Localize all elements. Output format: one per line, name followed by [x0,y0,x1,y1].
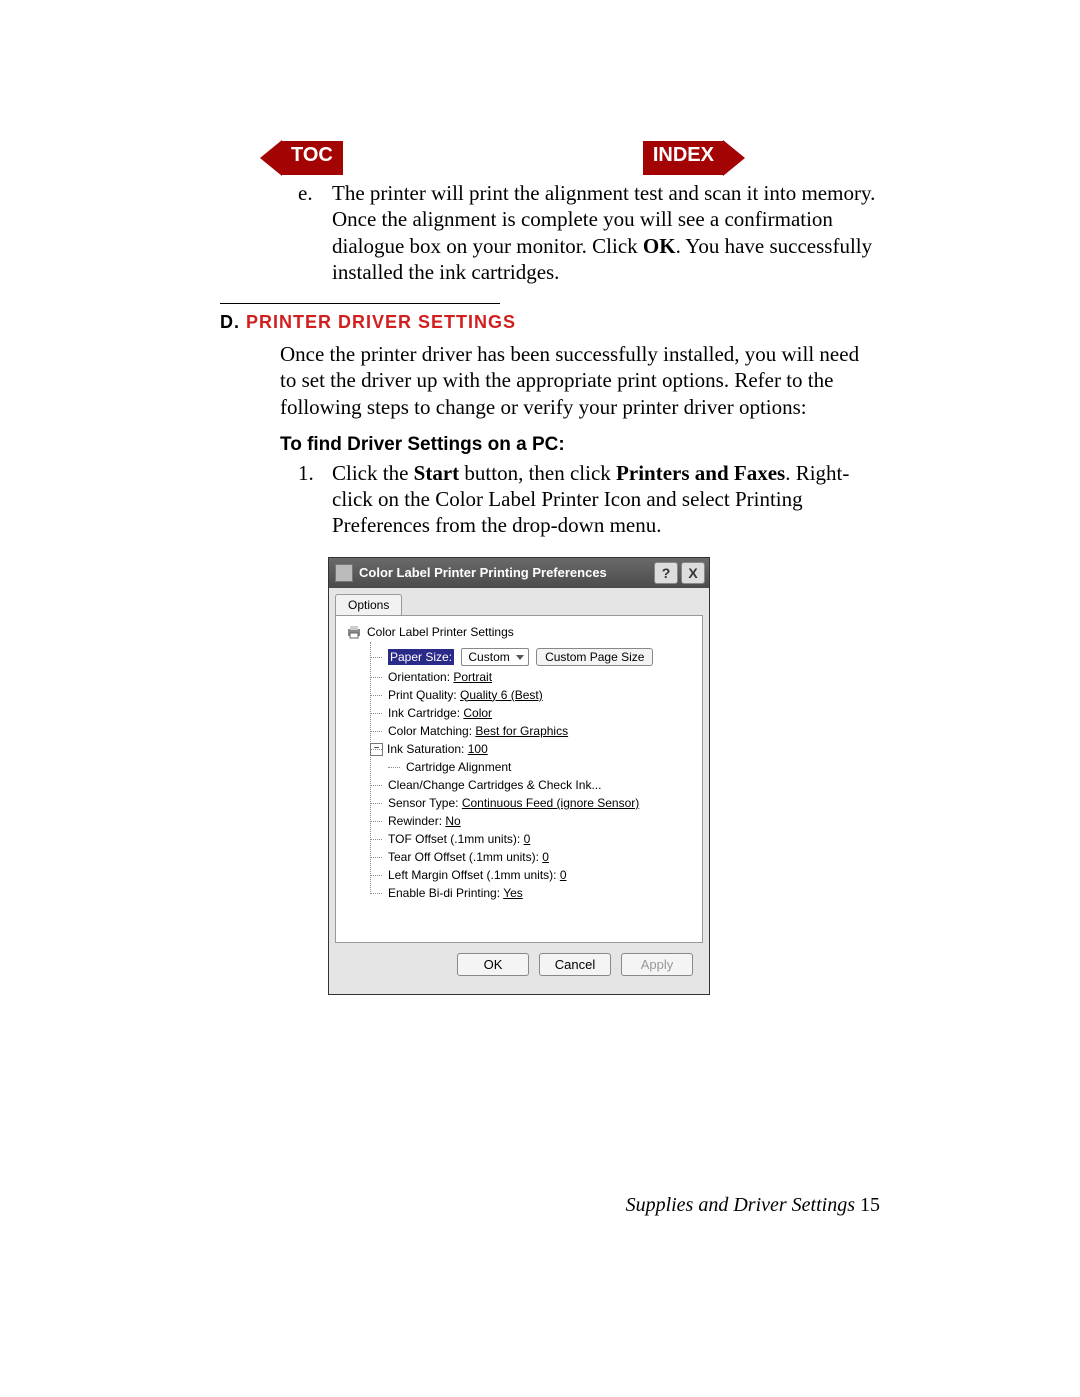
row-paper-size[interactable]: Paper Size: Custom Custom Page Size [370,646,692,668]
row-sensor-type[interactable]: Sensor Type: Continuous Feed (ignore Sen… [370,794,692,812]
index-link[interactable]: INDEX [643,140,745,176]
custom-page-size-button[interactable]: Custom Page Size [536,648,653,666]
find-driver-heading: To find Driver Settings on a PC: [280,434,880,456]
toc-link[interactable]: TOC [260,140,343,176]
printer-icon [335,564,353,582]
row-cartridge-alignment[interactable]: Cartridge Alignment [388,758,692,776]
dialog-title: Color Label Printer Printing Preferences [359,565,651,580]
ok-button[interactable]: OK [457,953,529,976]
section-divider [220,303,500,304]
settings-tree: Color Label Printer Settings Paper Size:… [335,616,703,943]
dialog-titlebar: Color Label Printer Printing Preferences… [329,558,709,588]
close-button[interactable]: X [681,562,705,584]
row-orientation[interactable]: Orientation: Portrait [370,668,692,686]
row-tear-off-offset[interactable]: Tear Off Offset (.1mm units): 0 [370,848,692,866]
step-e-marker: e. [298,180,332,285]
manual-page: TOC INDEX e. The printer will print the … [0,0,1080,1397]
tree-items: Paper Size: Custom Custom Page Size Orie… [370,646,692,902]
step-1-text: Click the Start button, then click Print… [332,460,880,539]
step-1: 1. Click the Start button, then click Pr… [298,460,880,539]
row-left-margin-offset[interactable]: Left Margin Offset (.1mm units): 0 [370,866,692,884]
arrow-right-icon [723,140,745,176]
dialog-footer: OK Cancel Apply [335,943,703,988]
row-clean-change[interactable]: Clean/Change Cartridges & Check Ink... [370,776,692,794]
help-button[interactable]: ? [654,562,678,584]
printing-preferences-dialog: Color Label Printer Printing Preferences… [328,557,710,995]
row-tof-offset[interactable]: TOF Offset (.1mm units): 0 [370,830,692,848]
step-e-text: The printer will print the alignment tes… [332,180,880,285]
row-bidi[interactable]: Enable Bi-di Printing: Yes [370,884,692,902]
row-ink-saturation[interactable]: −Ink Saturation: 100 [370,740,692,758]
row-rewinder[interactable]: Rewinder: No [370,812,692,830]
cancel-button[interactable]: Cancel [539,953,611,976]
page-footer: Supplies and Driver Settings 15 [560,1194,880,1217]
section-d-heading: D. PRINTER DRIVER SETTINGS [220,312,880,333]
nav-arrows: TOC INDEX [260,140,880,176]
paper-size-select[interactable]: Custom [461,648,528,666]
chevron-down-icon [516,655,524,660]
row-color-matching[interactable]: Color Matching: Best for Graphics [370,722,692,740]
index-label: INDEX [643,141,724,175]
arrow-left-icon [260,140,282,176]
section-d-paragraph: Once the printer driver has been success… [280,341,880,420]
apply-button: Apply [621,953,693,976]
row-print-quality[interactable]: Print Quality: Quality 6 (Best) [370,686,692,704]
dialog-body: Options Color Label Printer Settings Pap… [329,588,709,994]
minus-icon[interactable]: − [370,743,383,756]
row-ink-cartridge[interactable]: Ink Cartridge: Color [370,704,692,722]
printer-tree-icon [346,624,362,640]
step-e: e. The printer will print the alignment … [298,180,880,285]
toc-label: TOC [281,141,343,175]
tab-options[interactable]: Options [335,594,402,615]
tree-root[interactable]: Color Label Printer Settings [346,624,692,640]
step-1-marker: 1. [298,460,332,539]
tab-row: Options [335,594,703,616]
